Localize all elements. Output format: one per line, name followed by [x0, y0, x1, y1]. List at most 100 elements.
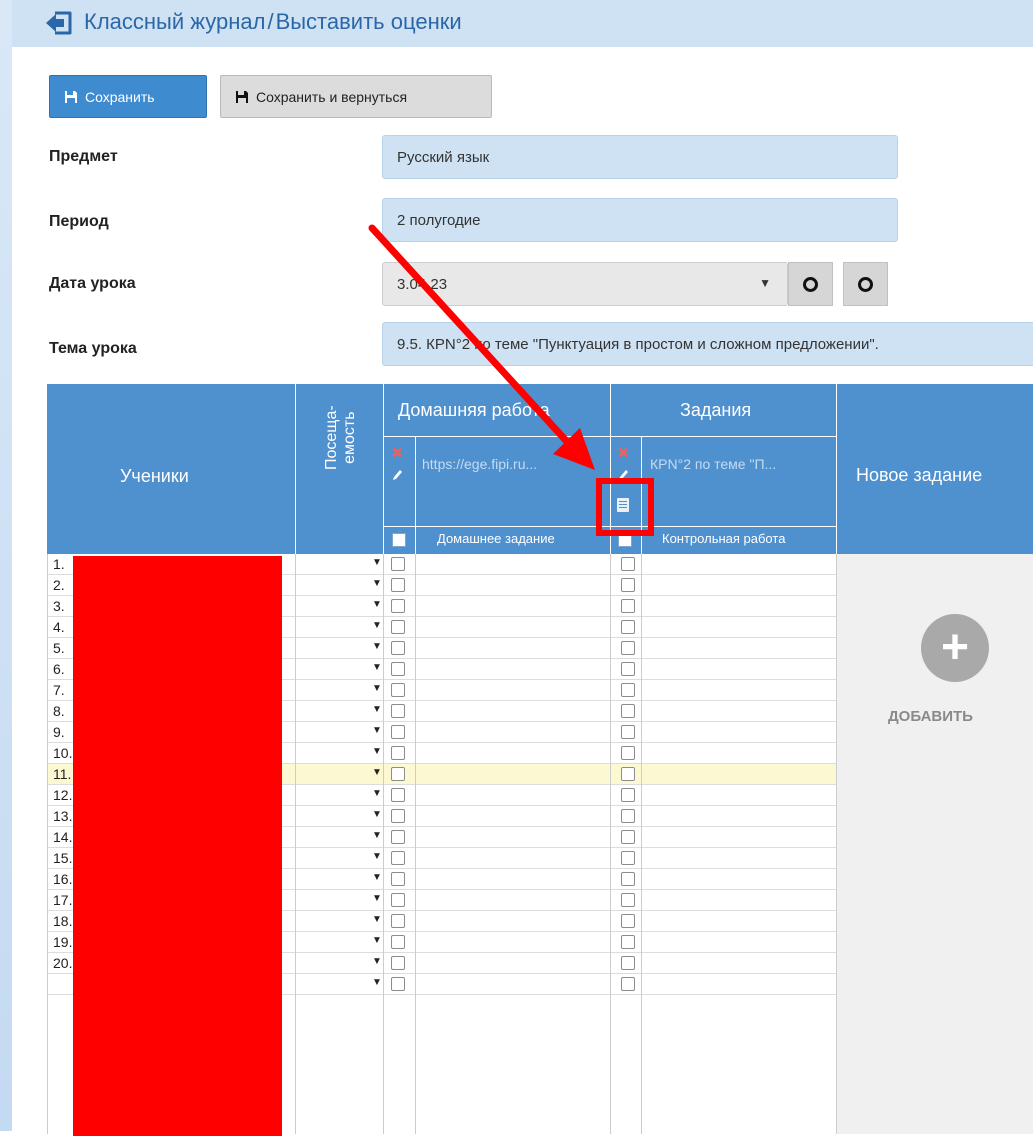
header-divider: [836, 384, 837, 554]
subject-label: Предмет: [49, 148, 118, 165]
attendance-dropdown[interactable]: ▼: [372, 662, 382, 673]
redacted-student-names: [73, 556, 282, 1136]
attendance-dropdown[interactable]: ▼: [372, 977, 382, 988]
students-column-header: Ученики: [120, 466, 189, 486]
homework-checkbox[interactable]: [391, 977, 405, 991]
task-checkbox[interactable]: [621, 851, 635, 865]
task-checkbox[interactable]: [621, 893, 635, 907]
task-checkbox[interactable]: [621, 704, 635, 718]
homework-checkbox[interactable]: [391, 746, 405, 760]
pencil-icon[interactable]: [391, 468, 403, 482]
task-checkbox[interactable]: [621, 914, 635, 928]
task-checkbox[interactable]: [621, 683, 635, 697]
task-checkbox[interactable]: [621, 830, 635, 844]
homework-checkbox[interactable]: [391, 851, 405, 865]
task-title[interactable]: КРN°2 по теме "П...: [650, 456, 830, 472]
breadcrumb-parent[interactable]: Классный журнал: [84, 9, 265, 34]
task-checkbox[interactable]: [621, 641, 635, 655]
attendance-dropdown[interactable]: ▼: [372, 578, 382, 589]
column-divider: [610, 554, 611, 1134]
delete-icon[interactable]: ✖: [391, 444, 404, 462]
period-field[interactable]: 2 полугодие: [382, 198, 898, 242]
row-number: 18.: [53, 913, 73, 929]
task-checkbox[interactable]: [621, 662, 635, 676]
lesson-topic-field[interactable]: 9.5. КРN°2 по теме "Пунктуация в простом…: [382, 322, 1033, 366]
attendance-dropdown[interactable]: ▼: [372, 788, 382, 799]
new-task-column-header[interactable]: Новое задание: [856, 465, 982, 486]
attendance-dropdown[interactable]: ▼: [372, 809, 382, 820]
task-checkbox[interactable]: [621, 725, 635, 739]
task-checkbox[interactable]: [621, 557, 635, 571]
homework-checkbox[interactable]: [391, 599, 405, 613]
attendance-dropdown[interactable]: ▼: [372, 830, 382, 841]
homework-checkbox[interactable]: [391, 557, 405, 571]
attendance-dropdown[interactable]: ▼: [372, 956, 382, 967]
column-divider: [415, 554, 416, 1134]
task-checkbox[interactable]: [621, 788, 635, 802]
homework-checkbox[interactable]: [391, 578, 405, 592]
save-and-return-button[interactable]: Сохранить и вернуться: [220, 75, 492, 118]
left-edge-gradient: [0, 0, 12, 1131]
back-arrow-icon[interactable]: [44, 10, 74, 36]
attendance-dropdown[interactable]: ▼: [372, 599, 382, 610]
attendance-dropdown[interactable]: ▼: [372, 935, 382, 946]
subject-field[interactable]: Русский язык: [382, 135, 898, 179]
attendance-dropdown[interactable]: ▼: [372, 893, 382, 904]
attendance-dropdown[interactable]: ▼: [372, 767, 382, 778]
row-number: 6.: [53, 661, 65, 677]
homework-group-header: Домашняя работа: [398, 400, 550, 420]
header-divider: [383, 384, 384, 554]
homework-checkbox[interactable]: [391, 725, 405, 739]
homework-checkbox[interactable]: [391, 809, 405, 823]
lesson-date-select[interactable]: 3.04.23 ▼: [382, 262, 788, 306]
row-number: 14.: [53, 829, 73, 845]
task-checkbox[interactable]: [621, 956, 635, 970]
save-button[interactable]: Сохранить: [49, 75, 207, 118]
homework-link[interactable]: https://ege.fipi.ru...: [422, 456, 606, 472]
task-checkbox[interactable]: [621, 977, 635, 991]
homework-checkbox[interactable]: [391, 893, 405, 907]
homework-checkbox[interactable]: [391, 830, 405, 844]
homework-checkbox[interactable]: [391, 914, 405, 928]
delete-icon[interactable]: ✖: [617, 444, 630, 462]
next-date-button[interactable]: [843, 262, 888, 306]
homework-select-all-checkbox[interactable]: [392, 533, 406, 547]
add-task-label[interactable]: ДОБАВИТЬ: [888, 708, 973, 725]
task-checkbox[interactable]: [621, 599, 635, 613]
task-checkbox[interactable]: [621, 620, 635, 634]
row-number: 5.: [53, 640, 65, 656]
attendance-dropdown[interactable]: ▼: [372, 872, 382, 883]
previous-date-button[interactable]: [788, 262, 833, 306]
task-checkbox[interactable]: [621, 809, 635, 823]
homework-checkbox[interactable]: [391, 683, 405, 697]
add-icon[interactable]: +: [921, 614, 989, 682]
task-checkbox[interactable]: [621, 578, 635, 592]
page-title: Классный журнал/Выставить оценки: [84, 9, 462, 35]
attendance-dropdown[interactable]: ▼: [372, 641, 382, 652]
attendance-dropdown[interactable]: ▼: [372, 725, 382, 736]
task-checkbox[interactable]: [621, 767, 635, 781]
task-checkbox[interactable]: [621, 872, 635, 886]
homework-checkbox[interactable]: [391, 956, 405, 970]
attendance-dropdown[interactable]: ▼: [372, 683, 382, 694]
attendance-dropdown[interactable]: ▼: [372, 746, 382, 757]
homework-checkbox[interactable]: [391, 662, 405, 676]
homework-checkbox[interactable]: [391, 872, 405, 886]
homework-checkbox[interactable]: [391, 641, 405, 655]
header-divider: [415, 436, 416, 554]
attendance-dropdown[interactable]: ▼: [372, 620, 382, 631]
homework-checkbox[interactable]: [391, 788, 405, 802]
homework-checkbox[interactable]: [391, 620, 405, 634]
homework-checkbox[interactable]: [391, 704, 405, 718]
attendance-dropdown[interactable]: ▼: [372, 851, 382, 862]
column-divider: [47, 554, 48, 1134]
homework-checkbox[interactable]: [391, 767, 405, 781]
lesson-date-label: Дата урока: [49, 275, 136, 292]
task-checkbox[interactable]: [621, 935, 635, 949]
attendance-dropdown[interactable]: ▼: [372, 704, 382, 715]
attendance-dropdown[interactable]: ▼: [372, 557, 382, 568]
task-checkbox[interactable]: [621, 746, 635, 760]
homework-checkbox[interactable]: [391, 935, 405, 949]
attendance-dropdown[interactable]: ▼: [372, 914, 382, 925]
row-number: 13.: [53, 808, 73, 824]
